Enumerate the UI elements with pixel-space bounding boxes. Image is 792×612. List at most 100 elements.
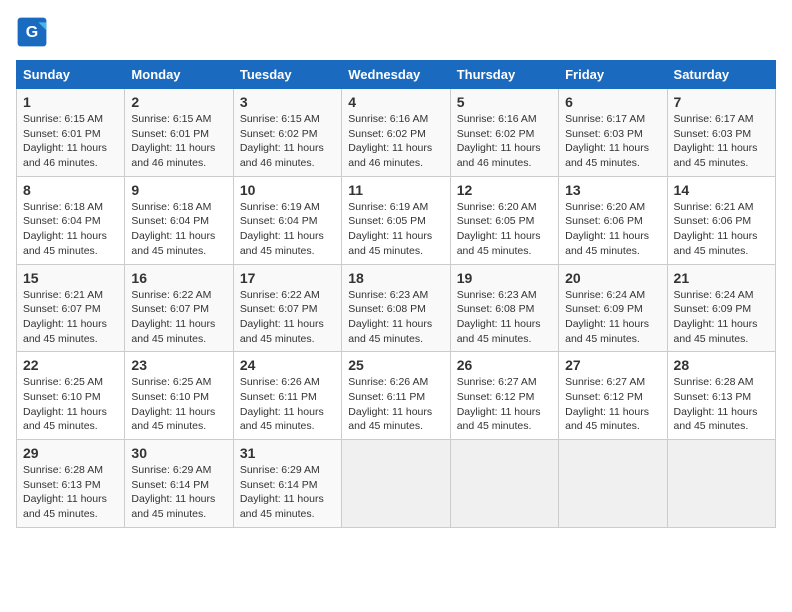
calendar-day-30: 30 Sunrise: 6:29 AMSunset: 6:14 PMDaylig… [125, 440, 233, 528]
calendar-week-5: 29 Sunrise: 6:28 AMSunset: 6:13 PMDaylig… [17, 440, 776, 528]
calendar-day-3: 3 Sunrise: 6:15 AMSunset: 6:02 PMDayligh… [233, 89, 341, 177]
calendar-day-5: 5 Sunrise: 6:16 AMSunset: 6:02 PMDayligh… [450, 89, 558, 177]
calendar-day-11: 11 Sunrise: 6:19 AMSunset: 6:05 PMDaylig… [342, 176, 450, 264]
day-number: 29 [23, 445, 118, 461]
calendar-day-14: 14 Sunrise: 6:21 AMSunset: 6:06 PMDaylig… [667, 176, 775, 264]
day-info: Sunrise: 6:27 AMSunset: 6:12 PMDaylight:… [565, 376, 649, 432]
calendar-day-9: 9 Sunrise: 6:18 AMSunset: 6:04 PMDayligh… [125, 176, 233, 264]
calendar-day-19: 19 Sunrise: 6:23 AMSunset: 6:08 PMDaylig… [450, 264, 558, 352]
day-info: Sunrise: 6:24 AMSunset: 6:09 PMDaylight:… [565, 289, 649, 345]
calendar-day-10: 10 Sunrise: 6:19 AMSunset: 6:04 PMDaylig… [233, 176, 341, 264]
col-header-wednesday: Wednesday [342, 61, 450, 89]
day-number: 24 [240, 357, 335, 373]
logo-icon: G [16, 16, 48, 48]
calendar-week-4: 22 Sunrise: 6:25 AMSunset: 6:10 PMDaylig… [17, 352, 776, 440]
calendar-day-29: 29 Sunrise: 6:28 AMSunset: 6:13 PMDaylig… [17, 440, 125, 528]
calendar-day-21: 21 Sunrise: 6:24 AMSunset: 6:09 PMDaylig… [667, 264, 775, 352]
calendar-table: SundayMondayTuesdayWednesdayThursdayFrid… [16, 60, 776, 528]
calendar-day-31: 31 Sunrise: 6:29 AMSunset: 6:14 PMDaylig… [233, 440, 341, 528]
day-number: 27 [565, 357, 660, 373]
day-number: 23 [131, 357, 226, 373]
calendar-day-7: 7 Sunrise: 6:17 AMSunset: 6:03 PMDayligh… [667, 89, 775, 177]
day-info: Sunrise: 6:17 AMSunset: 6:03 PMDaylight:… [565, 113, 649, 169]
day-number: 19 [457, 270, 552, 286]
day-number: 28 [674, 357, 769, 373]
day-number: 13 [565, 182, 660, 198]
day-number: 18 [348, 270, 443, 286]
calendar-week-2: 8 Sunrise: 6:18 AMSunset: 6:04 PMDayligh… [17, 176, 776, 264]
day-number: 2 [131, 94, 226, 110]
day-info: Sunrise: 6:29 AMSunset: 6:14 PMDaylight:… [131, 464, 215, 520]
col-header-tuesday: Tuesday [233, 61, 341, 89]
day-info: Sunrise: 6:19 AMSunset: 6:04 PMDaylight:… [240, 201, 324, 257]
day-info: Sunrise: 6:23 AMSunset: 6:08 PMDaylight:… [348, 289, 432, 345]
calendar-day-23: 23 Sunrise: 6:25 AMSunset: 6:10 PMDaylig… [125, 352, 233, 440]
day-info: Sunrise: 6:25 AMSunset: 6:10 PMDaylight:… [131, 376, 215, 432]
day-number: 3 [240, 94, 335, 110]
col-header-saturday: Saturday [667, 61, 775, 89]
empty-cell [667, 440, 775, 528]
calendar-day-22: 22 Sunrise: 6:25 AMSunset: 6:10 PMDaylig… [17, 352, 125, 440]
day-info: Sunrise: 6:22 AMSunset: 6:07 PMDaylight:… [240, 289, 324, 345]
col-header-friday: Friday [559, 61, 667, 89]
calendar-week-1: 1 Sunrise: 6:15 AMSunset: 6:01 PMDayligh… [17, 89, 776, 177]
day-number: 8 [23, 182, 118, 198]
col-header-sunday: Sunday [17, 61, 125, 89]
day-number: 15 [23, 270, 118, 286]
day-info: Sunrise: 6:16 AMSunset: 6:02 PMDaylight:… [348, 113, 432, 169]
calendar-day-1: 1 Sunrise: 6:15 AMSunset: 6:01 PMDayligh… [17, 89, 125, 177]
day-number: 4 [348, 94, 443, 110]
calendar-day-13: 13 Sunrise: 6:20 AMSunset: 6:06 PMDaylig… [559, 176, 667, 264]
page-header: G [16, 16, 776, 48]
day-number: 6 [565, 94, 660, 110]
day-number: 10 [240, 182, 335, 198]
calendar-day-16: 16 Sunrise: 6:22 AMSunset: 6:07 PMDaylig… [125, 264, 233, 352]
calendar-day-12: 12 Sunrise: 6:20 AMSunset: 6:05 PMDaylig… [450, 176, 558, 264]
calendar-day-15: 15 Sunrise: 6:21 AMSunset: 6:07 PMDaylig… [17, 264, 125, 352]
day-number: 20 [565, 270, 660, 286]
day-info: Sunrise: 6:22 AMSunset: 6:07 PMDaylight:… [131, 289, 215, 345]
svg-text:G: G [26, 24, 38, 41]
calendar-week-3: 15 Sunrise: 6:21 AMSunset: 6:07 PMDaylig… [17, 264, 776, 352]
empty-cell [342, 440, 450, 528]
day-info: Sunrise: 6:25 AMSunset: 6:10 PMDaylight:… [23, 376, 107, 432]
day-info: Sunrise: 6:26 AMSunset: 6:11 PMDaylight:… [348, 376, 432, 432]
day-info: Sunrise: 6:21 AMSunset: 6:06 PMDaylight:… [674, 201, 758, 257]
day-info: Sunrise: 6:28 AMSunset: 6:13 PMDaylight:… [23, 464, 107, 520]
day-number: 21 [674, 270, 769, 286]
calendar-day-20: 20 Sunrise: 6:24 AMSunset: 6:09 PMDaylig… [559, 264, 667, 352]
day-info: Sunrise: 6:18 AMSunset: 6:04 PMDaylight:… [23, 201, 107, 257]
calendar-day-24: 24 Sunrise: 6:26 AMSunset: 6:11 PMDaylig… [233, 352, 341, 440]
day-info: Sunrise: 6:21 AMSunset: 6:07 PMDaylight:… [23, 289, 107, 345]
day-number: 5 [457, 94, 552, 110]
day-number: 25 [348, 357, 443, 373]
day-number: 17 [240, 270, 335, 286]
calendar-day-28: 28 Sunrise: 6:28 AMSunset: 6:13 PMDaylig… [667, 352, 775, 440]
day-info: Sunrise: 6:17 AMSunset: 6:03 PMDaylight:… [674, 113, 758, 169]
day-number: 31 [240, 445, 335, 461]
day-number: 22 [23, 357, 118, 373]
day-info: Sunrise: 6:24 AMSunset: 6:09 PMDaylight:… [674, 289, 758, 345]
calendar-day-8: 8 Sunrise: 6:18 AMSunset: 6:04 PMDayligh… [17, 176, 125, 264]
day-number: 30 [131, 445, 226, 461]
day-info: Sunrise: 6:28 AMSunset: 6:13 PMDaylight:… [674, 376, 758, 432]
day-number: 1 [23, 94, 118, 110]
col-header-thursday: Thursday [450, 61, 558, 89]
calendar-day-17: 17 Sunrise: 6:22 AMSunset: 6:07 PMDaylig… [233, 264, 341, 352]
day-info: Sunrise: 6:15 AMSunset: 6:01 PMDaylight:… [23, 113, 107, 169]
day-info: Sunrise: 6:15 AMSunset: 6:02 PMDaylight:… [240, 113, 324, 169]
logo: G [16, 16, 52, 48]
day-number: 14 [674, 182, 769, 198]
day-number: 26 [457, 357, 552, 373]
day-info: Sunrise: 6:15 AMSunset: 6:01 PMDaylight:… [131, 113, 215, 169]
day-info: Sunrise: 6:20 AMSunset: 6:06 PMDaylight:… [565, 201, 649, 257]
day-number: 11 [348, 182, 443, 198]
calendar-day-6: 6 Sunrise: 6:17 AMSunset: 6:03 PMDayligh… [559, 89, 667, 177]
calendar-day-26: 26 Sunrise: 6:27 AMSunset: 6:12 PMDaylig… [450, 352, 558, 440]
empty-cell [450, 440, 558, 528]
day-info: Sunrise: 6:16 AMSunset: 6:02 PMDaylight:… [457, 113, 541, 169]
day-number: 9 [131, 182, 226, 198]
day-number: 16 [131, 270, 226, 286]
calendar-day-25: 25 Sunrise: 6:26 AMSunset: 6:11 PMDaylig… [342, 352, 450, 440]
calendar-day-27: 27 Sunrise: 6:27 AMSunset: 6:12 PMDaylig… [559, 352, 667, 440]
